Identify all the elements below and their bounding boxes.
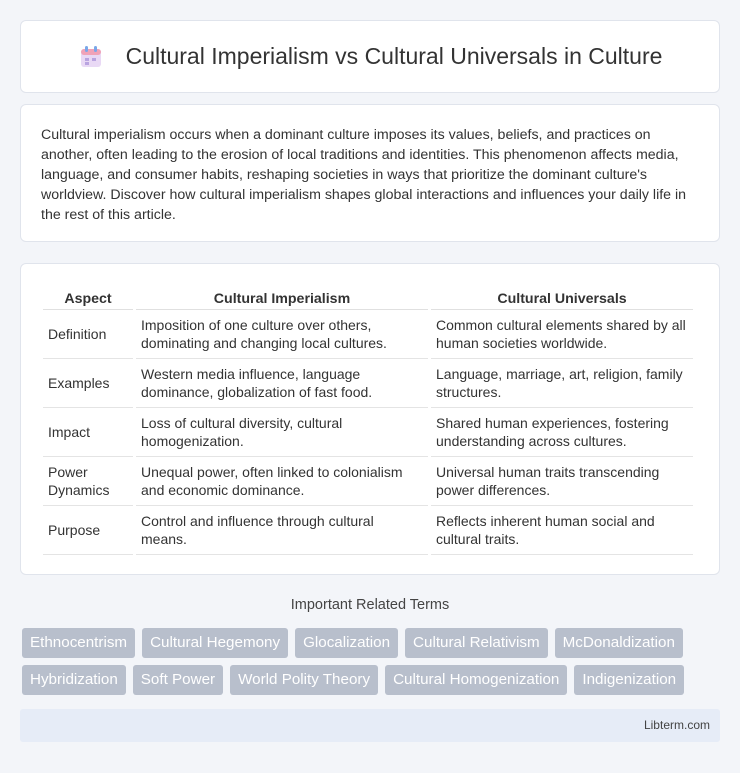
header-universals: Cultural Universals xyxy=(431,284,693,310)
tag-hybridization[interactable]: Hybridization xyxy=(22,665,126,695)
related-terms: Ethnocentrism Cultural Hegemony Glocaliz… xyxy=(22,628,722,702)
cell-universals: Common cultural elements shared by all h… xyxy=(431,310,693,359)
cell-universals: Reflects inherent human social and cultu… xyxy=(431,506,693,555)
cell-aspect: Purpose xyxy=(43,506,133,555)
tag-row: Ethnocentrism Cultural Hegemony Glocaliz… xyxy=(22,628,722,658)
cell-universals: Universal human traits transcending powe… xyxy=(431,457,693,506)
comparison-table: Aspect Cultural Imperialism Cultural Uni… xyxy=(40,284,696,555)
related-terms-title: Important Related Terms xyxy=(290,597,450,613)
cell-imperialism: Control and influence through cultural m… xyxy=(136,506,428,555)
table-row: Definition Imposition of one culture ove… xyxy=(43,310,693,359)
cell-universals: Language, marriage, art, religion, famil… xyxy=(431,359,693,408)
cell-imperialism: Unequal power, often linked to coloniali… xyxy=(136,457,428,506)
calendar-icon xyxy=(78,44,104,70)
footer-site-link[interactable]: Libterm.com xyxy=(644,718,710,732)
page-title: Cultural Imperialism vs Cultural Univers… xyxy=(125,43,663,69)
tag-world-polity-theory[interactable]: World Polity Theory xyxy=(230,665,379,695)
cell-aspect: Examples xyxy=(43,359,133,408)
tag-soft-power[interactable]: Soft Power xyxy=(132,665,224,695)
tag-cultural-relativism[interactable]: Cultural Relativism xyxy=(405,628,548,658)
cell-aspect: Power Dynamics xyxy=(43,457,133,506)
table-row: Impact Loss of cultural diversity, cultu… xyxy=(43,408,693,457)
header-imperialism: Cultural Imperialism xyxy=(136,284,428,310)
table-row: Purpose Control and influence through cu… xyxy=(43,506,693,555)
tag-cultural-hegemony[interactable]: Cultural Hegemony xyxy=(142,628,289,658)
tag-ethnocentrism[interactable]: Ethnocentrism xyxy=(22,628,136,658)
table-row: Power Dynamics Unequal power, often link… xyxy=(43,457,693,506)
intro-card: Cultural imperialism occurs when a domin… xyxy=(20,104,720,242)
intro-text: Cultural imperialism occurs when a domin… xyxy=(41,127,687,223)
tag-row: Hybridization Soft Power World Polity Th… xyxy=(22,665,722,695)
cell-imperialism: Imposition of one culture over others, d… xyxy=(136,310,428,359)
comparison-card: Aspect Cultural Imperialism Cultural Uni… xyxy=(20,263,720,575)
cell-aspect: Definition xyxy=(43,310,133,359)
cell-imperialism: Western media influence, language domina… xyxy=(136,359,428,408)
cell-aspect: Impact xyxy=(43,408,133,457)
title-card: Cultural Imperialism vs Cultural Univers… xyxy=(20,20,720,93)
tag-glocalization[interactable]: Glocalization xyxy=(295,628,399,658)
tag-mcdonaldization[interactable]: McDonaldization xyxy=(554,628,683,658)
table-header-row: Aspect Cultural Imperialism Cultural Uni… xyxy=(43,284,693,310)
table-row: Examples Western media influence, langua… xyxy=(43,359,693,408)
cell-universals: Shared human experiences, fostering unde… xyxy=(431,408,693,457)
footer: Libterm.com xyxy=(20,709,720,742)
header-aspect: Aspect xyxy=(43,284,133,310)
tag-indigenization[interactable]: Indigenization xyxy=(574,665,685,695)
cell-imperialism: Loss of cultural diversity, cultural hom… xyxy=(136,408,428,457)
tag-cultural-homogenization[interactable]: Cultural Homogenization xyxy=(385,665,568,695)
